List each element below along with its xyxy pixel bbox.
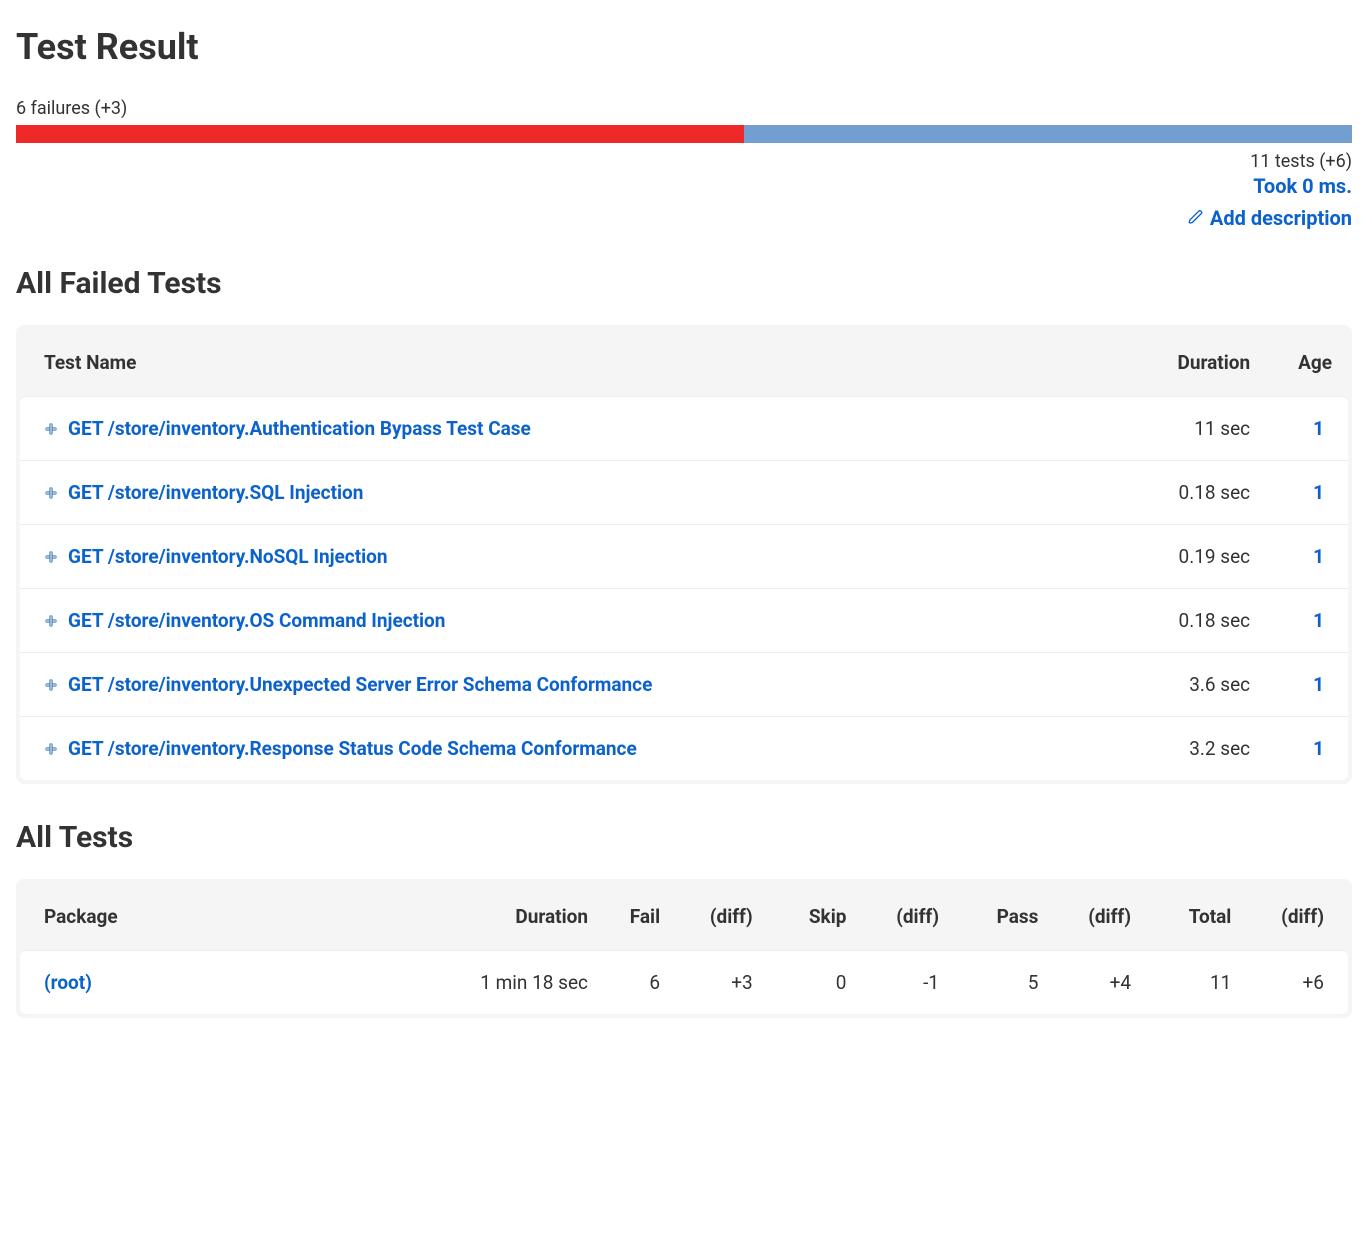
pkg-pass-diff: +4 [1050,950,1155,1014]
table-header-row: Package Duration Fail (diff) Skip (diff)… [20,883,1348,950]
pkg-duration: 1 min 18 sec [440,950,600,1014]
pkg-fail: 6 [600,950,672,1014]
pkg-total-diff: +6 [1243,950,1348,1014]
package-link[interactable]: (root) [44,971,92,994]
progress-bar-fail [16,125,744,143]
page-title: Test Result [16,26,1352,68]
expand-icon[interactable] [44,486,58,500]
failed-tests-panel: Test Name Duration Age GET /store/invent… [16,325,1352,784]
pencil-icon [1188,206,1204,230]
progress-bar-pass [744,125,1352,143]
col-duration: Duration [440,883,600,950]
add-description-button[interactable]: Add description [1188,206,1352,230]
all-tests-heading: All Tests [16,820,1352,855]
col-pass-diff: (diff) [1050,883,1155,950]
pkg-fail-diff: +3 [672,950,777,1014]
col-total-diff: (diff) [1243,883,1348,950]
test-age-link[interactable]: 1 [1313,481,1324,504]
col-test-name: Test Name [20,329,1153,396]
expand-icon[interactable] [44,550,58,564]
pkg-skip: 0 [777,950,859,1014]
table-row: GET /store/inventory.NoSQL Injection 0.19… [20,524,1348,588]
col-fail-diff: (diff) [672,883,777,950]
pkg-total: 11 [1155,950,1243,1014]
test-duration: 3.2 sec [1153,716,1274,780]
test-name-link[interactable]: GET /store/inventory.NoSQL Injection [68,545,388,568]
failed-tests-heading: All Failed Tests [16,266,1352,301]
test-age-link[interactable]: 1 [1313,545,1324,568]
packages-table: Package Duration Fail (diff) Skip (diff)… [20,883,1348,1014]
pkg-pass: 5 [963,950,1050,1014]
col-skip: Skip [777,883,859,950]
test-name-link[interactable]: GET /store/inventory.Unexpected Server E… [68,673,652,696]
test-name-link[interactable]: GET /store/inventory.OS Command Injectio… [68,609,445,632]
test-name-link[interactable]: GET /store/inventory.Authentication Bypa… [68,417,531,440]
test-age-link[interactable]: 1 [1313,673,1324,696]
test-duration: 0.18 sec [1153,460,1274,524]
col-pass: Pass [963,883,1050,950]
table-header-row: Test Name Duration Age [20,329,1348,396]
table-row: (root) 1 min 18 sec6+30-15+411+6 [20,950,1348,1014]
test-age-link[interactable]: 1 [1313,417,1324,440]
table-row: GET /store/inventory.OS Command Injectio… [20,588,1348,652]
expand-icon[interactable] [44,742,58,756]
col-total: Total [1155,883,1243,950]
expand-icon[interactable] [44,614,58,628]
test-duration: 3.6 sec [1153,652,1274,716]
progress-bar [16,125,1352,143]
col-skip-diff: (diff) [858,883,963,950]
table-row: GET /store/inventory.Unexpected Server E… [20,652,1348,716]
test-duration: 11 sec [1153,396,1274,460]
table-row: GET /store/inventory.Response Status Cod… [20,716,1348,780]
all-tests-panel: Package Duration Fail (diff) Skip (diff)… [16,879,1352,1018]
table-row: GET /store/inventory.Authentication Bypa… [20,396,1348,460]
test-name-link[interactable]: GET /store/inventory.Response Status Cod… [68,737,637,760]
col-fail: Fail [600,883,672,950]
table-row: GET /store/inventory.SQL Injection 0.18 s… [20,460,1348,524]
test-age-link[interactable]: 1 [1313,609,1324,632]
col-package: Package [20,883,440,950]
pkg-skip-diff: -1 [858,950,963,1014]
test-duration: 0.19 sec [1153,524,1274,588]
failed-tests-table: Test Name Duration Age GET /store/invent… [20,329,1348,780]
took-duration: Took 0 ms. [16,174,1352,198]
expand-icon[interactable] [44,422,58,436]
test-duration: 0.18 sec [1153,588,1274,652]
expand-icon[interactable] [44,678,58,692]
test-age-link[interactable]: 1 [1313,737,1324,760]
tests-summary: 11 tests (+6) [16,151,1352,172]
col-age: Age [1274,329,1348,396]
test-name-link[interactable]: GET /store/inventory.SQL Injection [68,481,363,504]
failures-summary: 6 failures (+3) [16,98,1352,119]
col-duration: Duration [1153,329,1274,396]
add-description-label: Add description [1210,206,1352,230]
